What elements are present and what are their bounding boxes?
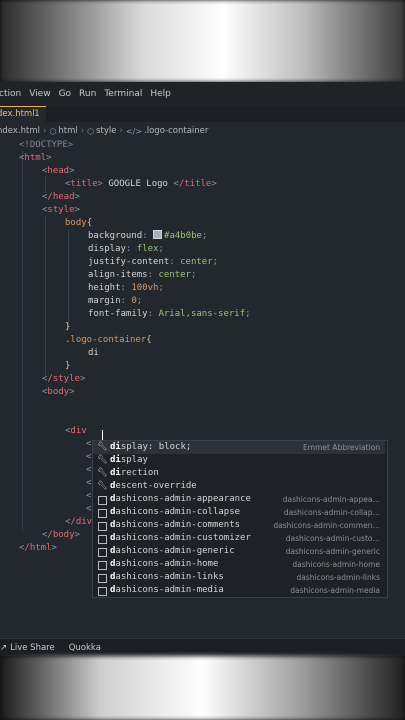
code-line: .logo-container{ (65, 335, 152, 345)
chevron-right-icon: › (42, 126, 47, 136)
tag-icon: </> (125, 126, 143, 136)
live-share-label: Live Share (10, 643, 55, 653)
code-line: margin: 0; (88, 296, 143, 306)
suggestion-item[interactable]: 🔧︎ descent-override (93, 480, 385, 493)
text-box-icon (98, 496, 107, 505)
tab-index-html[interactable]: dex.html 1 (0, 106, 46, 123)
code-line: background: #a4b0be; (88, 230, 208, 241)
text-box-icon (98, 574, 107, 583)
text-box-icon (98, 522, 107, 531)
suggestion-item[interactable]: dashicons-admin-home dashicons-admin-hom… (93, 558, 385, 571)
text-box-icon (98, 548, 107, 557)
code-line: display: flex; (88, 244, 164, 254)
code-line-current: di (88, 348, 99, 358)
indent-guide (22, 151, 23, 531)
menu-view[interactable]: View (24, 89, 55, 99)
autocomplete-popup[interactable]: 🔧︎ display: block; Emmet Abbreviation 🔧︎… (92, 440, 388, 598)
code-line: </style> (42, 374, 86, 384)
code-line: <head> (42, 166, 75, 176)
breadcrumb-file[interactable]: ndex.html (0, 126, 40, 136)
indent-guide (45, 216, 46, 376)
suggestion-item[interactable]: dashicons-admin-customizer dashicons-adm… (93, 532, 385, 545)
code-line: < (86, 452, 92, 462)
text-box-icon (98, 509, 107, 518)
code-line: } (65, 322, 71, 332)
wrench-icon: 🔧︎ (97, 468, 108, 478)
menu-help[interactable]: Help (145, 89, 176, 99)
chevron-right-icon: › (119, 126, 123, 136)
code-line: </head> (42, 192, 80, 202)
suggestion-item[interactable]: dashicons-admin-comments dashicons-admin… (93, 519, 385, 532)
wrench-icon: 🔧︎ (97, 455, 108, 465)
quokka-button[interactable]: Quokka (69, 643, 101, 653)
status-bar: ↗ Live Share Quokka (0, 638, 405, 656)
suggestion-item[interactable]: dashicons-admin-appearance dashicons-adm… (93, 493, 385, 506)
code-line: <title> GOOGLE Logo </title> (65, 179, 217, 189)
tab-bar: dex.html 1 (0, 106, 405, 123)
code-line: font-family: Arial,sans-serif; (88, 309, 251, 319)
code-line: < (86, 491, 92, 501)
suggestion-item[interactable]: dashicons-admin-collapse dashicons-admin… (93, 506, 385, 519)
suggestion-item[interactable]: 🔧︎ display (93, 454, 385, 467)
breadcrumb-style[interactable]: style (96, 126, 116, 136)
code-line: align-items: center; (88, 270, 197, 280)
video-background-top (0, 0, 405, 82)
code-line: < (86, 465, 92, 475)
suggestion-item[interactable]: 🔧︎ direction (93, 467, 385, 480)
code-editor-window: ction View Go Run Terminal Help dex.html… (0, 82, 405, 656)
live-share-button[interactable]: ↗ Live Share (0, 643, 55, 653)
breadcrumb-class[interactable]: .logo-container (144, 126, 208, 136)
code-line: } (65, 361, 71, 371)
breadcrumb: ndex.html › ⬡ html › ⬡ style › </> .logo… (0, 124, 405, 138)
code-line: body{ (65, 218, 93, 228)
text-box-icon (98, 535, 107, 544)
menu-run[interactable]: Run (74, 89, 101, 99)
cube-icon: ⬡ (49, 126, 57, 136)
share-icon: ↗ (0, 643, 8, 653)
text-box-icon (98, 561, 107, 570)
code-line: <html> (19, 153, 52, 163)
wrench-icon: 🔧︎ (97, 442, 108, 452)
suggestion-item[interactable]: dashicons-admin-links dashicons-admin-li… (93, 571, 385, 584)
code-line: <style> (42, 205, 80, 215)
text-box-icon (98, 587, 107, 596)
code-line: <body> (42, 387, 75, 397)
menu-bar: ction View Go Run Terminal Help (0, 82, 405, 106)
wrench-icon: 🔧︎ (97, 481, 108, 491)
menu-selection[interactable]: ction (0, 89, 26, 99)
code-line: justify-content: center; (88, 257, 219, 267)
chevron-right-icon: › (80, 126, 85, 136)
suggestion-item[interactable]: 🔧︎ display: block; Emmet Abbreviation (93, 441, 385, 454)
video-background-bottom (0, 656, 405, 720)
code-line: < (86, 504, 92, 514)
code-line: </body> (42, 530, 80, 540)
code-line: <div (65, 426, 87, 436)
code-line: <!DOCTYPE> (19, 140, 74, 150)
tab-label: dex.html (0, 109, 35, 119)
code-line: < (86, 439, 92, 449)
menu-go[interactable]: Go (54, 89, 76, 99)
breadcrumb-html[interactable]: html (58, 126, 77, 136)
tab-modified-count: 1 (34, 109, 40, 119)
code-line: < (86, 478, 92, 488)
suggestion-item[interactable]: dashicons-admin-generic dashicons-admin-… (93, 545, 385, 558)
code-line: height: 100vh; (88, 283, 164, 293)
cube-icon: ⬡ (87, 126, 95, 136)
menu-terminal[interactable]: Terminal (99, 89, 147, 99)
quokka-label: Quokka (68, 643, 101, 653)
suggestion-item[interactable]: dashicons-admin-media dashicons-admin-me… (93, 584, 385, 597)
code-line: </html> (19, 543, 57, 553)
indent-guide (68, 229, 69, 329)
color-swatch-icon[interactable] (153, 230, 163, 239)
